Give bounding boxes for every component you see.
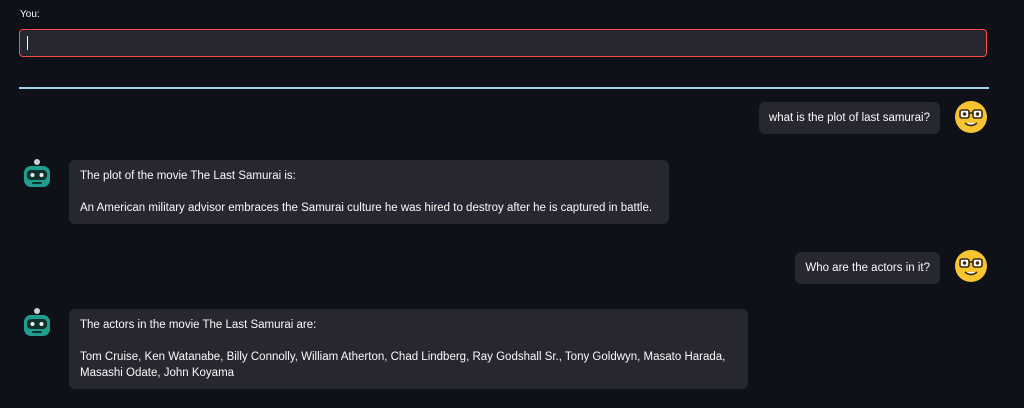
bot-message-line: An American military advisor embraces th… [80,202,653,214]
user-message-bubble: Who are the actors in it? [795,252,940,284]
bot-message-bubble: The actors in the movie The Last Samurai… [69,309,748,389]
user-message-text: what is the plot of last samurai? [768,112,930,124]
chat-input[interactable] [19,29,987,57]
user-avatar-icon [954,100,988,134]
user-message-text: Who are the actors in it? [805,262,930,274]
user-avatar-icon [954,249,988,283]
bot-message-line: Tom Cruise, Ken Watanabe, Billy Connolly… [80,351,726,379]
bot-message-line: The actors in the movie The Last Samurai… [80,319,317,331]
user-message-bubble: what is the plot of last samurai? [758,102,940,134]
text-caret [27,36,28,50]
bot-avatar-icon [20,157,54,191]
bot-message-line: The plot of the movie The Last Samurai i… [80,170,296,182]
bot-avatar-icon [20,306,54,340]
chat-page: You: what is the plot of last samurai? T… [0,0,1024,408]
input-label: You: [20,9,40,20]
bot-message-bubble: The plot of the movie The Last Samurai i… [69,160,669,224]
divider [19,87,989,89]
